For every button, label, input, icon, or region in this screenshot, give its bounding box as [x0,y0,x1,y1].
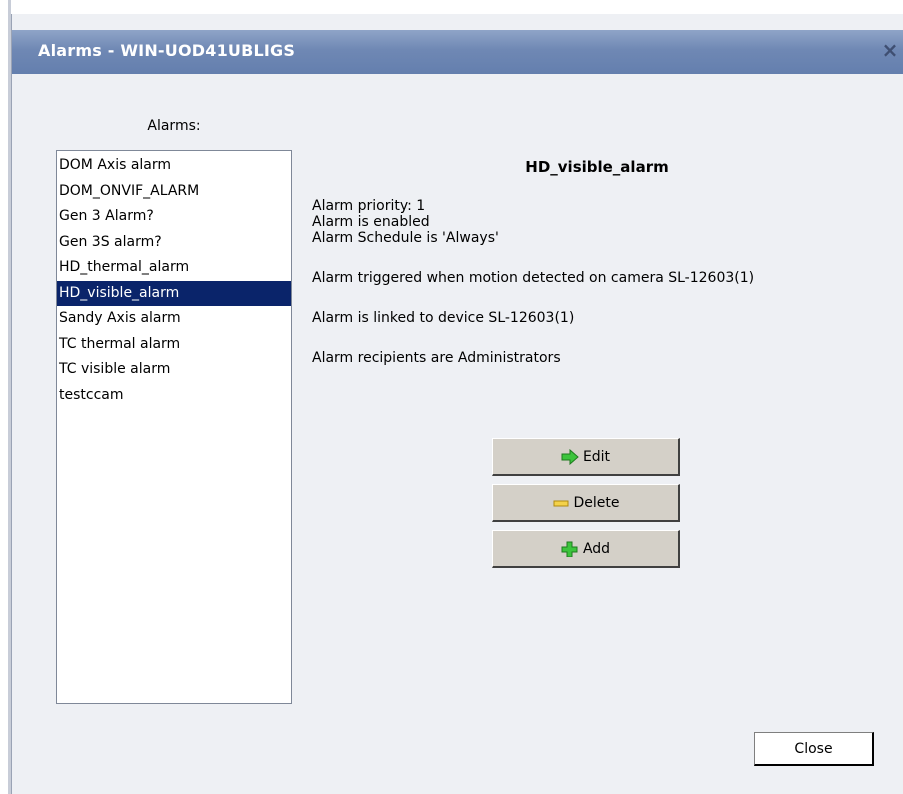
list-item[interactable]: Gen 3S alarm? [57,230,291,256]
top-edge [0,0,903,14]
alarm-enabled-text: Alarm is enabled [312,214,430,230]
yellow-minus-icon [552,495,570,511]
list-item[interactable]: testccam [57,383,291,409]
green-plus-icon [561,541,579,557]
list-item[interactable]: DOM_ONVIF_ALARM [57,179,291,205]
delete-button-label: Delete [573,494,620,511]
alarms-list-label: Alarms: [147,118,201,134]
list-item[interactable]: TC thermal alarm [57,332,291,358]
dialog-title: Alarms - WIN-UOD41UBLIGS [38,41,296,60]
alarm-detail-title: HD_visible_alarm [525,158,669,176]
alarm-list[interactable]: DOM Axis alarm DOM_ONVIF_ALARM Gen 3 Ala… [56,150,292,704]
alarm-priority-text: Alarm priority: 1 [312,198,426,214]
close-icon[interactable]: × [878,36,902,64]
alarm-schedule-text: Alarm Schedule is 'Always' [312,230,499,246]
add-button[interactable]: Add [492,530,680,568]
list-item[interactable]: HD_thermal_alarm [57,255,291,281]
add-button-label: Add [582,540,611,557]
dialog-titlebar[interactable]: Alarms - WIN-UOD41UBLIGS × [12,30,903,74]
edit-button[interactable]: Edit [492,438,680,476]
alarms-dialog: Alarms - WIN-UOD41UBLIGS × Alarms: DOM A… [11,14,903,794]
close-button[interactable]: Close [754,732,874,766]
alarm-recipients-text: Alarm recipients are Administrators [312,350,561,366]
list-item[interactable]: TC visible alarm [57,357,291,383]
alarm-linked-text: Alarm is linked to device SL-12603(1) [312,310,575,326]
green-arrow-right-icon [561,448,579,465]
dialog-body: Alarms: DOM Axis alarm DOM_ONVIF_ALARM G… [12,74,903,794]
list-item[interactable]: Gen 3 Alarm? [57,204,291,230]
alarm-trigger-text: Alarm triggered when motion detected on … [312,270,755,286]
list-item[interactable]: Sandy Axis alarm [57,306,291,332]
delete-button[interactable]: Delete [492,484,680,522]
list-item[interactable]: DOM Axis alarm [57,153,291,179]
edit-button-label: Edit [582,448,611,465]
list-item-selected[interactable]: HD_visible_alarm [57,280,291,306]
